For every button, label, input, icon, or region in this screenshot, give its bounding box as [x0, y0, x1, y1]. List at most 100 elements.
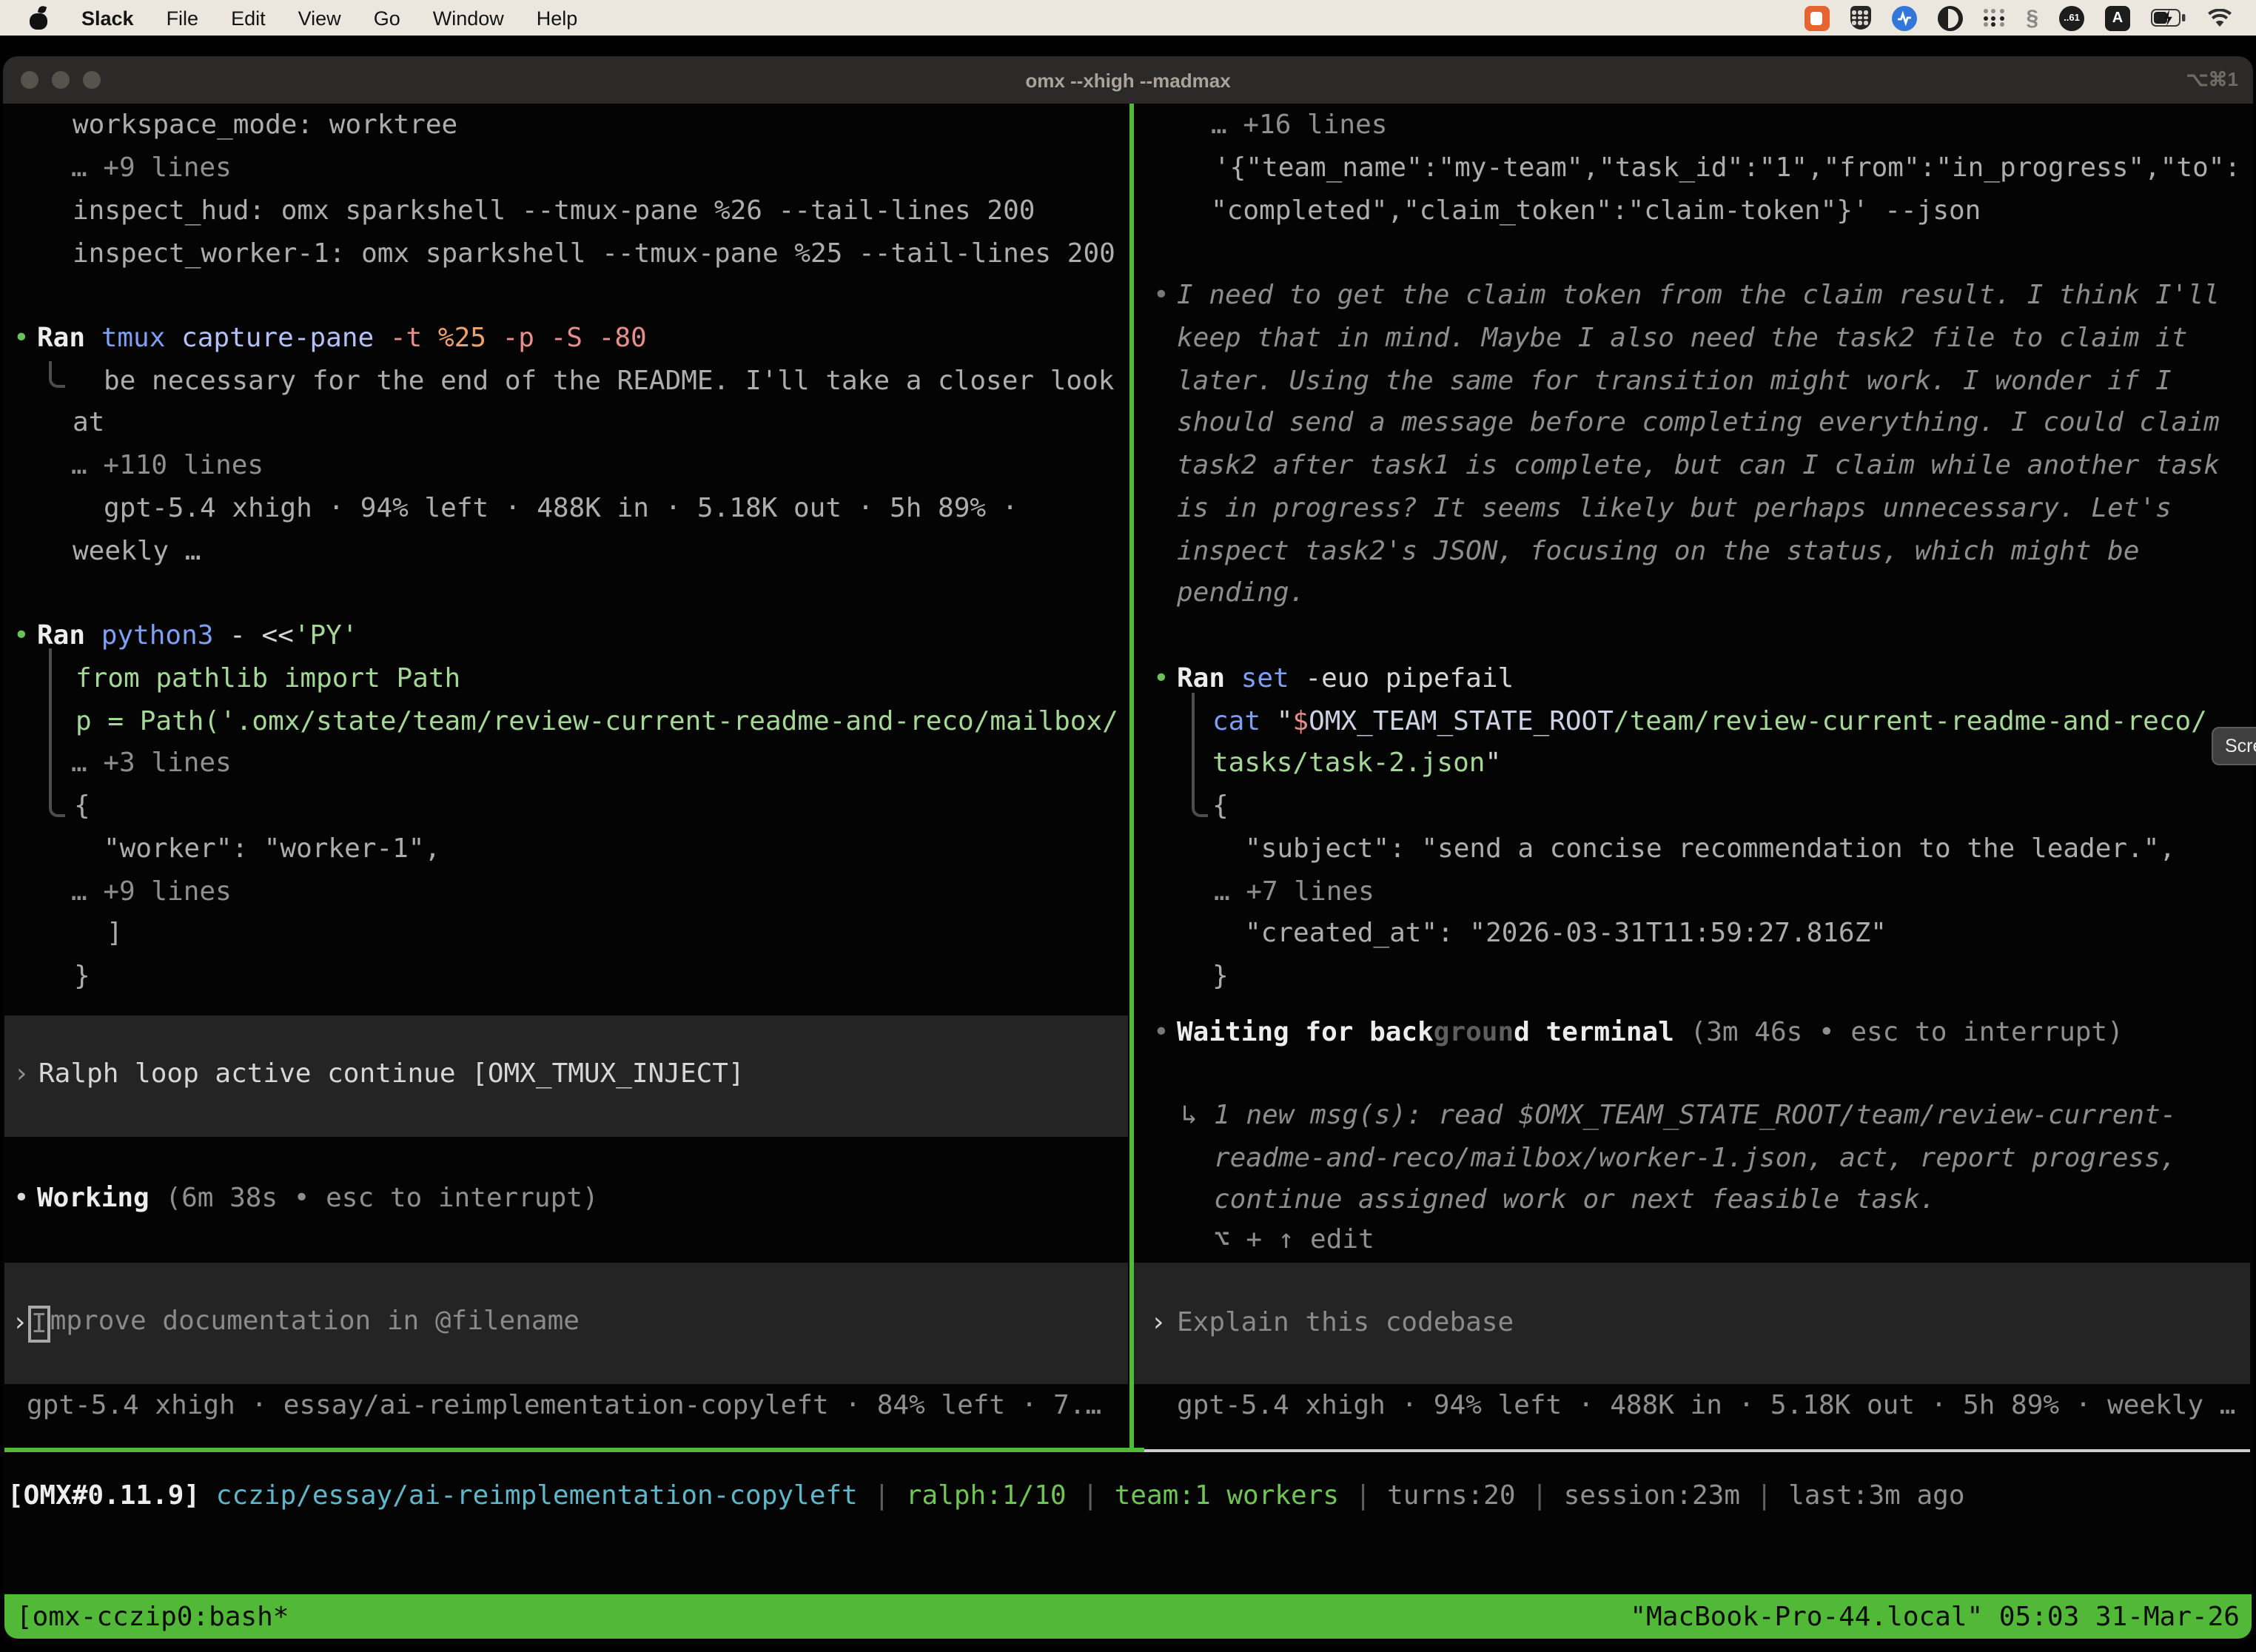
- tmux-host-time: "MacBook-Pro-44.local" 05:03 31-Mar-26: [1630, 1601, 2240, 1632]
- prompt-chevron-icon: ›: [12, 1307, 28, 1340]
- command-output: be necessary for the end of the README. …: [104, 366, 1114, 398]
- omx-version: [OMX#0.11.9]: [7, 1480, 200, 1511]
- apple-menu-icon[interactable]: [30, 6, 49, 30]
- reply-arrow-icon: ↳: [1181, 1100, 1198, 1132]
- command-output: gpt-5.4 xhigh · 94% left · 488K in · 5.1…: [104, 493, 1018, 526]
- screen-tooltip: Scre: [2212, 727, 2256, 765]
- log-line: workspace_mode: worktree: [73, 110, 457, 142]
- omx-last-activity: last:3m ago: [1788, 1480, 1964, 1511]
- menu-edit[interactable]: Edit: [231, 7, 266, 29]
- mailbox-note-text: continue assigned work or next feasible …: [1214, 1184, 1936, 1217]
- window-shortcut-badge: ⌥⌘1: [2186, 56, 2238, 104]
- tmux-session-label: [omx-cczip0:bash*: [16, 1601, 289, 1632]
- tmux-status-bar[interactable]: [omx-cczip0:bash* "MacBook-Pro-44.local"…: [4, 1594, 2252, 1639]
- collapsed-lines-note[interactable]: … +9 lines: [71, 876, 232, 909]
- thinking-text: later. Using the same for transition mig…: [1177, 366, 2172, 398]
- thinking-text: should send a message before completing …: [1177, 407, 2220, 440]
- collapsed-lines-note[interactable]: … +110 lines: [71, 450, 263, 483]
- window-title: omx --xhigh --madmax: [3, 56, 2253, 104]
- battery-icon[interactable]: [2151, 9, 2186, 27]
- json-output-line: "completed","claim_token":"claim-token"}…: [1211, 195, 1981, 228]
- menu-bar: Slack File Edit View Go Window Help § ..…: [0, 0, 2256, 36]
- thinking-bullet-icon: •: [1153, 280, 1169, 312]
- collapsed-lines-note[interactable]: … +3 lines: [71, 748, 232, 780]
- thinking-text: I need to get the claim token from the c…: [1177, 280, 2220, 312]
- input-source-icon[interactable]: A: [2105, 5, 2130, 30]
- json-output-line: {: [1212, 790, 1229, 823]
- helix-icon[interactable]: §: [2026, 5, 2038, 30]
- waiting-status: Waiting for background terminal (3m 46s …: [1177, 1017, 2124, 1050]
- thinking-text: pending.: [1177, 577, 1305, 610]
- title-bar[interactable]: omx --xhigh --madmax ⌥⌘1: [3, 56, 2253, 104]
- edit-shortcut-hint: ⌥ + ↑ edit: [1214, 1224, 1374, 1257]
- omx-ralph-count: ralph:1/10: [906, 1480, 1067, 1511]
- menu-window[interactable]: Window: [433, 7, 504, 29]
- menu-app-name[interactable]: Slack: [81, 7, 134, 29]
- json-output-line: {: [74, 790, 90, 823]
- left-pane-border: [4, 1448, 1144, 1452]
- model-status-line: gpt-5.4 xhigh · essay/ai-reimplementatio…: [27, 1390, 1101, 1423]
- ran-python-command: Ran python3 - <<'PY': [37, 620, 358, 653]
- json-output-line: }: [74, 961, 90, 993]
- prompt-input-placeholder[interactable]: Explain this codebase: [1177, 1307, 1514, 1340]
- moon-app-icon[interactable]: [1937, 5, 1962, 30]
- pane-divider[interactable]: [1129, 104, 1134, 1448]
- omx-session-time: session:23m: [1564, 1480, 1740, 1511]
- mailbox-note-text: 1 new msg(s): read $OMX_TEAM_STATE_ROOT/…: [1214, 1100, 2176, 1132]
- model-status-line: gpt-5.4 xhigh · 94% left · 488K in · 5.1…: [1177, 1390, 2236, 1423]
- waiting-bullet-icon: •: [1153, 1017, 1169, 1050]
- menu-view[interactable]: View: [298, 7, 341, 29]
- json-output-line: ]: [107, 918, 123, 950]
- thinking-text: keep that in mind. Maybe I also need the…: [1177, 323, 2187, 355]
- ran-tmux-command: Ran tmux capture-pane -t %25 -p -S -80: [37, 323, 647, 355]
- mailbox-note-text: readme-and-reco/mailbox/worker-1.json, a…: [1214, 1143, 2176, 1175]
- log-line: inspect_worker-1: omx sparkshell --tmux-…: [73, 238, 1115, 271]
- ran-bullet-icon: •: [1153, 663, 1169, 696]
- timer-badge-icon[interactable]: ..61: [2059, 5, 2084, 30]
- wifi-icon[interactable]: [2207, 8, 2232, 27]
- omx-repo: cczip/essay/ai-reimplementation-copyleft: [216, 1480, 858, 1511]
- output-corner-guide: [49, 361, 65, 388]
- ran-set-command: Ran set -euo pipefail: [1177, 663, 1514, 696]
- omx-status-line: [OMX#0.11.9] cczip/essay/ai-reimplementa…: [7, 1480, 1965, 1513]
- json-output-line: "subject": "send a concise recommendatio…: [1245, 833, 2175, 866]
- python-code-line: from pathlib import Path: [75, 663, 460, 696]
- collapsed-lines-note[interactable]: … +16 lines: [1211, 110, 1387, 142]
- working-status: Working (6m 38s • esc to interrupt): [37, 1183, 599, 1215]
- python-code-line: p = Path('.omx/state/team/review-current…: [75, 706, 1118, 739]
- output-corner-guide: [49, 648, 65, 817]
- chat-app-icon[interactable]: [1804, 5, 1829, 30]
- right-pane-border: [1144, 1449, 2250, 1452]
- json-output-line: '{"team_name":"my-team","task_id":"1","f…: [1214, 152, 2240, 185]
- omx-turns: turns:20: [1387, 1480, 1515, 1511]
- text-cursor: I: [28, 1306, 50, 1343]
- ralph-loop-status: Ralph loop active continue [OMX_TMUX_INJ…: [38, 1058, 745, 1091]
- collapsed-lines-note[interactable]: … +9 lines: [71, 152, 232, 185]
- chevron-icon: ›: [13, 1058, 30, 1091]
- cat-command-line: tasks/task-2.json": [1212, 748, 1501, 780]
- json-output-line: "created_at": "2026-03-31T11:59:27.816Z": [1245, 918, 1887, 950]
- collapsed-lines-note[interactable]: … +7 lines: [1214, 876, 1374, 909]
- json-output-line: "worker": "worker-1",: [104, 833, 440, 866]
- screen: Slack File Edit View Go Window Help § ..…: [0, 0, 2256, 1652]
- command-output: at: [73, 407, 104, 440]
- prompt-chevron-icon: ›: [1150, 1307, 1166, 1340]
- command-output: weekly …: [73, 536, 201, 568]
- menu-file[interactable]: File: [167, 7, 199, 29]
- output-corner-guide: [1192, 693, 1208, 817]
- json-output-line: }: [1212, 961, 1229, 993]
- shield-icon[interactable]: [1850, 6, 1870, 30]
- menu-help[interactable]: Help: [537, 7, 578, 29]
- ran-bullet-icon: •: [13, 620, 30, 653]
- pulse-app-icon[interactable]: [1891, 5, 1916, 30]
- thinking-text: task2 after task1 is complete, but can I…: [1177, 450, 2220, 483]
- omx-team-count: team:1 workers: [1115, 1480, 1339, 1511]
- cat-command-line: cat "$OMX_TEAM_STATE_ROOT/team/review-cu…: [1212, 706, 2207, 739]
- menu-go[interactable]: Go: [374, 7, 400, 29]
- grid-dots-icon[interactable]: [1983, 9, 2005, 27]
- prompt-input-text[interactable]: Improve documentation in @filename: [28, 1306, 580, 1343]
- log-line: inspect_hud: omx sparkshell --tmux-pane …: [73, 195, 1035, 228]
- ran-bullet-icon: •: [13, 323, 30, 355]
- working-bullet-icon: •: [13, 1183, 30, 1215]
- thinking-text: is in progress? It seems likely but perh…: [1177, 493, 2172, 526]
